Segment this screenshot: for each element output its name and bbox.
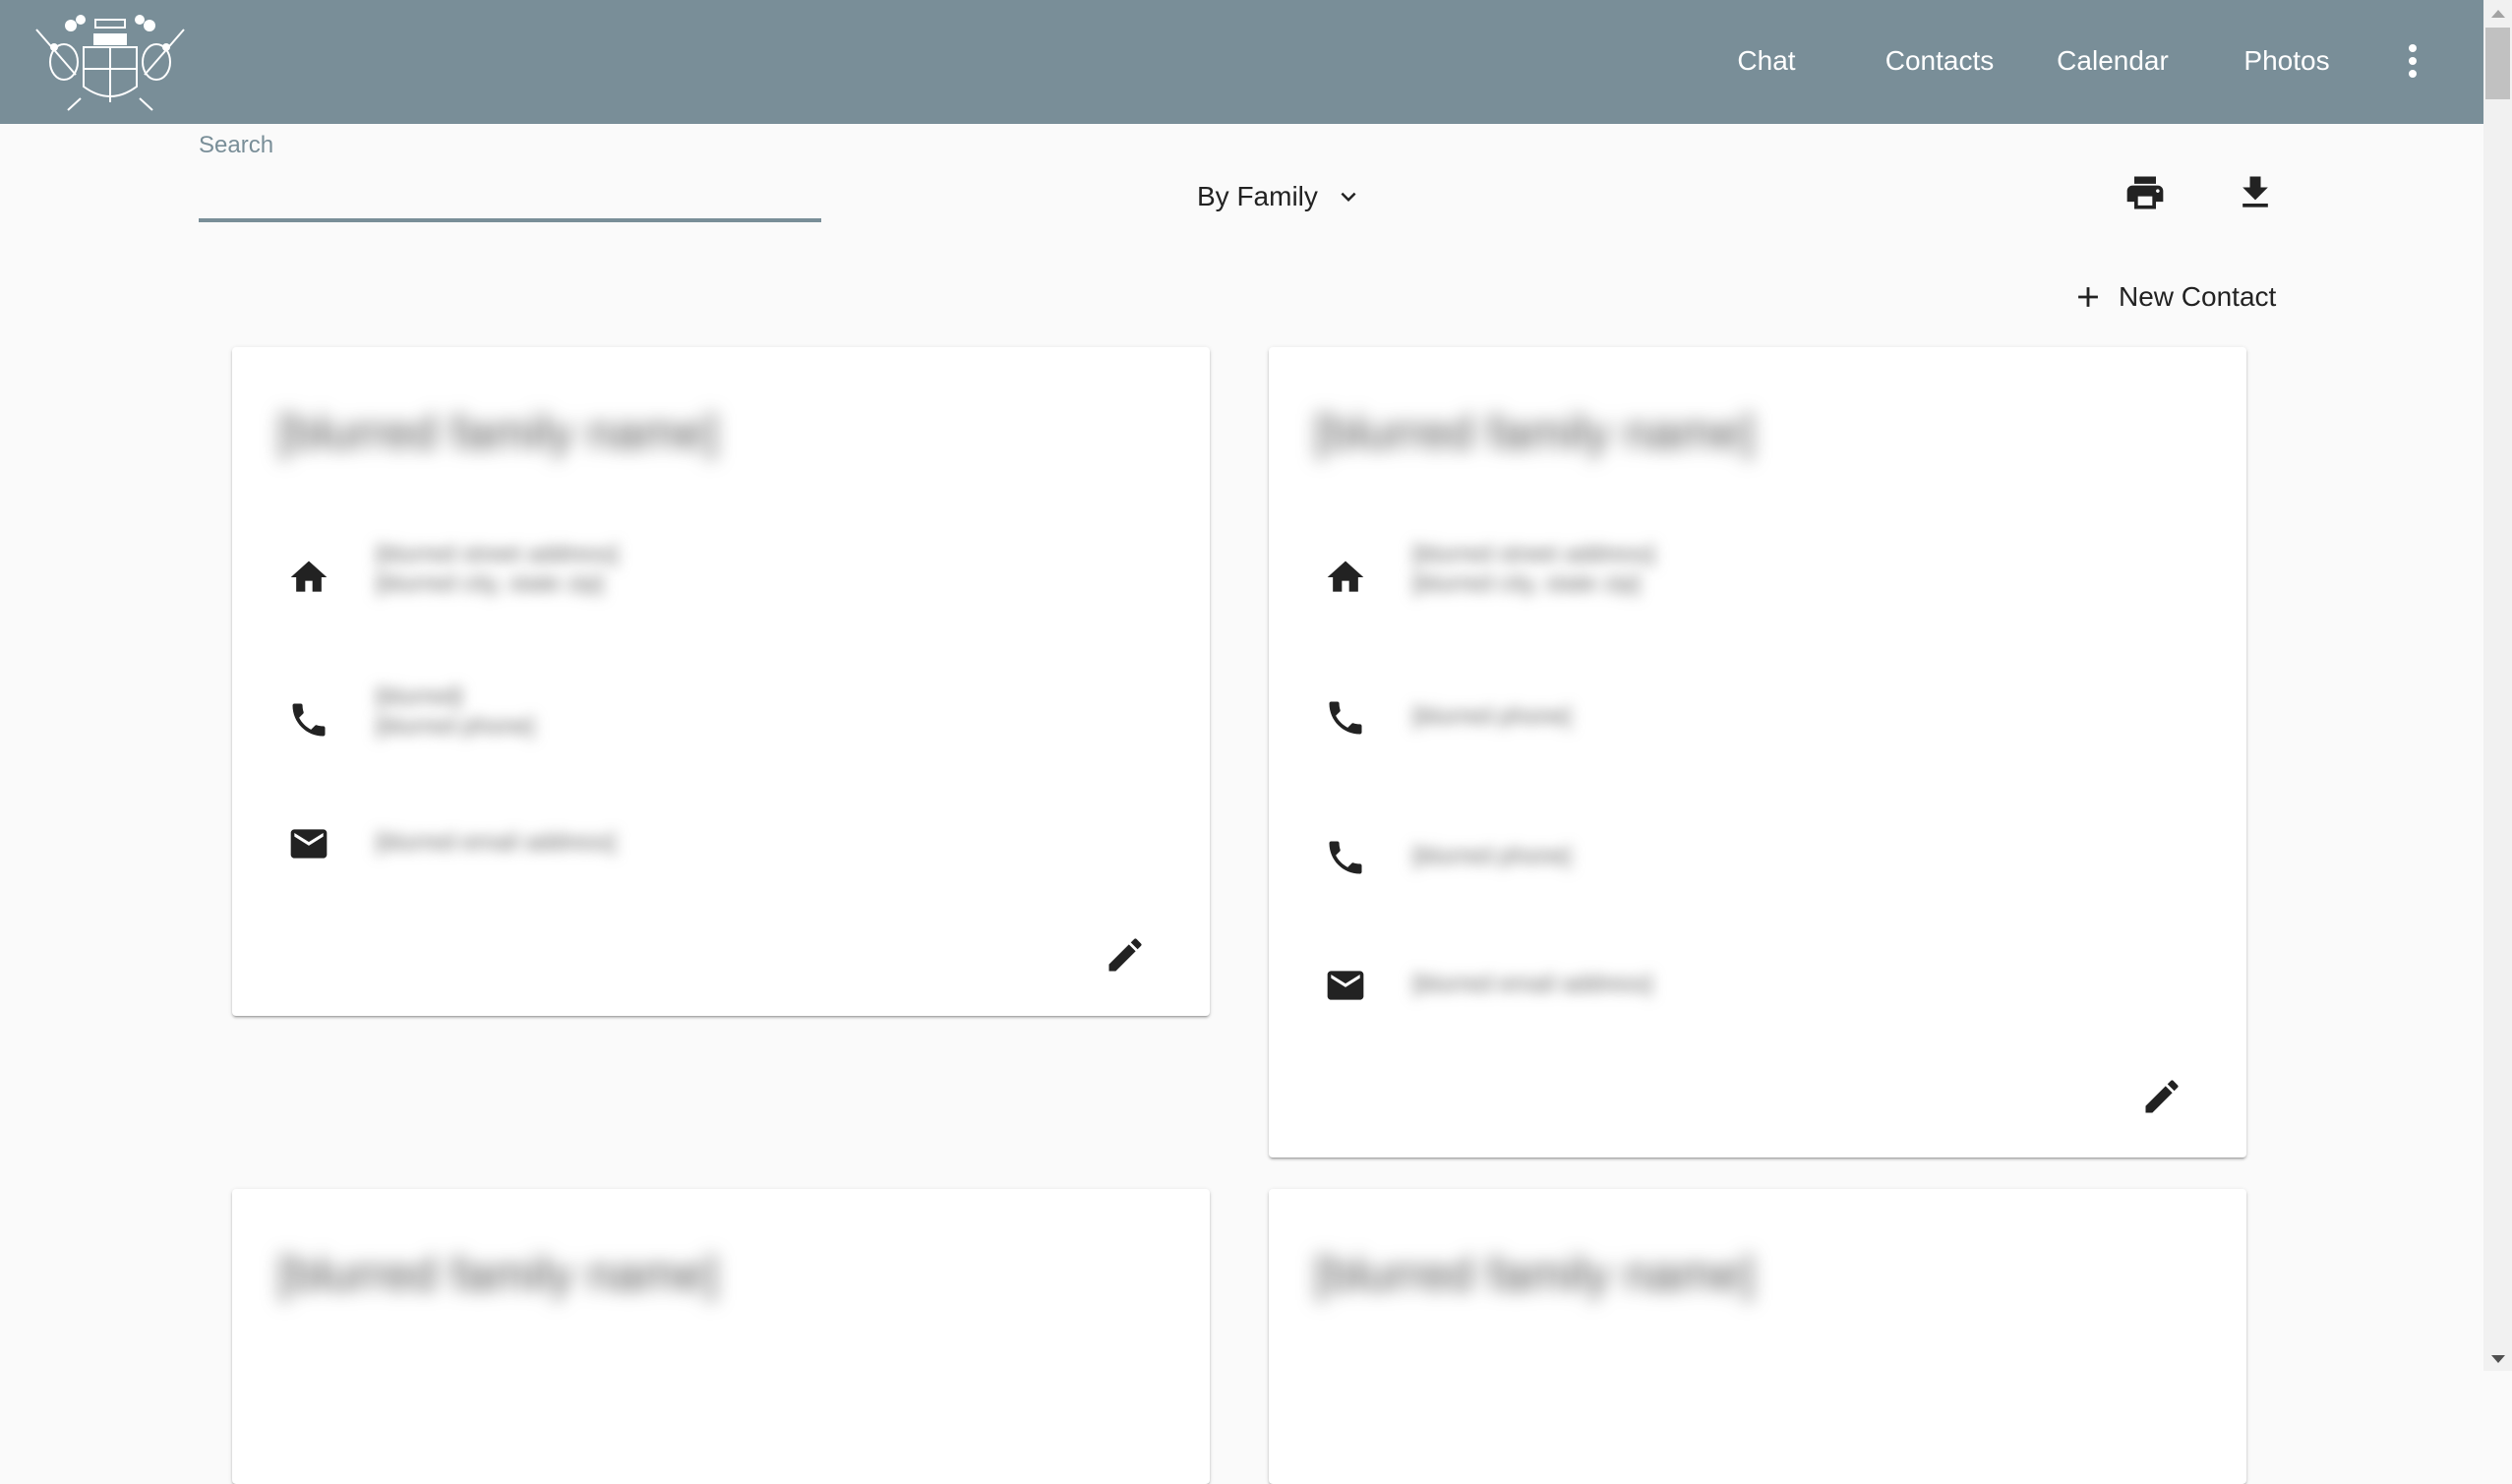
- nav-contacts[interactable]: Contacts: [1885, 39, 1995, 83]
- email-address[interactable]: [blurred email address]: [376, 828, 616, 858]
- scroll-down-arrow-icon[interactable]: [2491, 1355, 2505, 1363]
- grouping-select[interactable]: By Family: [1197, 175, 1363, 218]
- edit-contact-button[interactable]: [2134, 1069, 2189, 1124]
- phone-number[interactable]: [blurred phone]: [1412, 842, 1571, 871]
- vertical-scrollbar[interactable]: [2483, 0, 2512, 1371]
- new-contact-button[interactable]: New Contact: [2071, 273, 2276, 321]
- home-icon: [287, 556, 330, 599]
- email-icon: [287, 822, 330, 865]
- print-icon: [2126, 176, 2164, 209]
- email-icon: [1324, 964, 1367, 1007]
- app-header: Chat Contacts Calendar Photos: [0, 0, 2483, 124]
- edit-contact-button[interactable]: [1098, 927, 1153, 982]
- contact-card: [blurred family name]: [232, 1189, 1210, 1484]
- scroll-up-arrow-icon[interactable]: [2491, 10, 2505, 18]
- plus-icon: [2078, 287, 2098, 307]
- chevron-down-icon: [1341, 192, 1356, 202]
- contact-family-name: [blurred family name]: [1314, 407, 1756, 459]
- nav-photos[interactable]: Photos: [2243, 39, 2329, 83]
- contact-card: [blurred family name] [blurred street ad…: [232, 347, 1210, 1016]
- phone-icon: [1324, 836, 1367, 879]
- phone-number[interactable]: [blurred phone]: [1412, 702, 1571, 732]
- phone-label[interactable]: [blurred]: [376, 683, 462, 712]
- address-line-2: [blurred city, state zip]: [376, 570, 604, 597]
- address-line-2: [blurred city, state zip]: [1412, 570, 1641, 597]
- download-icon: [2243, 176, 2268, 208]
- nav-calendar[interactable]: Calendar: [2057, 39, 2169, 83]
- phone-icon: [1324, 696, 1367, 740]
- download-button[interactable]: [2228, 165, 2283, 220]
- nav-chat[interactable]: Chat: [1737, 39, 1795, 83]
- search-label: Search: [199, 132, 274, 158]
- contact-card: [blurred family name]: [1269, 1189, 2246, 1484]
- new-contact-label: New Contact: [2119, 281, 2277, 312]
- email-address[interactable]: [blurred email address]: [1412, 970, 1652, 999]
- contact-family-name: [blurred family name]: [277, 1249, 719, 1301]
- search-underline: [199, 218, 821, 222]
- pencil-icon: [2140, 1075, 2183, 1118]
- contact-family-name: [blurred family name]: [277, 407, 719, 459]
- search-field[interactable]: Search: [199, 128, 825, 224]
- grouping-selected-value: By Family: [1197, 181, 1318, 211]
- address-line-1: [blurred street address]: [376, 541, 619, 567]
- contact-card: [blurred family name] [blurred street ad…: [1269, 347, 2246, 1158]
- search-input[interactable]: [199, 177, 825, 218]
- home-icon: [1324, 556, 1367, 599]
- print-button[interactable]: [2118, 165, 2173, 220]
- contact-family-name: [blurred family name]: [1314, 1249, 1756, 1301]
- scrollbar-thumb[interactable]: [2485, 28, 2510, 99]
- phone-icon: [287, 698, 330, 742]
- family-crest-logo[interactable]: [27, 8, 194, 112]
- address-line-1: [blurred street address]: [1412, 541, 1655, 567]
- pencil-icon: [1104, 933, 1147, 977]
- more-vert-icon[interactable]: [2400, 43, 2425, 79]
- phone-number[interactable]: [blurred phone]: [376, 712, 534, 742]
